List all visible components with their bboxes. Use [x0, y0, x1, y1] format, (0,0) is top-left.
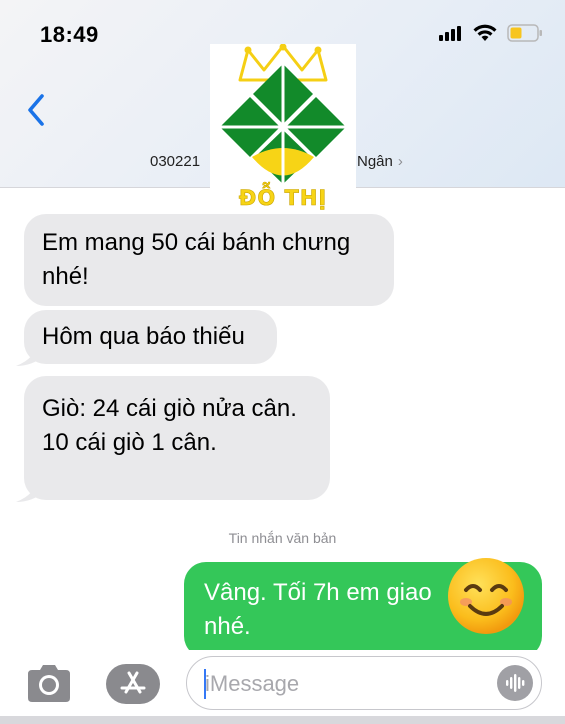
watermark-brand-text: ĐỖ THỊ — [238, 186, 328, 211]
message-line: nhé! — [42, 263, 89, 290]
message-type-label: Tin nhắn văn bản — [228, 530, 337, 546]
message-input[interactable] — [205, 667, 485, 701]
incoming-bubble-tail — [16, 478, 44, 502]
waveform-icon — [506, 674, 525, 692]
status-icons — [439, 24, 543, 42]
voice-message-button[interactable] — [497, 665, 533, 701]
app-store-button[interactable] — [106, 664, 160, 704]
back-button[interactable] — [22, 90, 52, 130]
imessage-field[interactable] — [186, 656, 542, 710]
contact-name-partial[interactable]: Ngân › — [357, 153, 403, 170]
contact-number-partial[interactable]: 030221 — [150, 153, 200, 170]
message-line: Giò: 24 cái giò nửa cân. — [42, 395, 297, 422]
crown-diamond-logo-icon — [220, 43, 346, 184]
message-line: 10 cái giò 1 cân. — [42, 429, 217, 456]
cellular-signal-icon — [439, 26, 461, 41]
wifi-icon — [473, 24, 497, 41]
bottom-edge — [0, 716, 565, 724]
chevron-right-icon: › — [397, 153, 403, 170]
app-store-icon — [120, 671, 146, 694]
contact-name-text[interactable]: Ngân — [357, 153, 393, 170]
camera-icon — [28, 665, 70, 702]
incoming-message-1[interactable]: Em mang 50 cái bánh chưng nhé! — [24, 214, 394, 306]
incoming-message-2[interactable]: Hôm qua báo thiếu — [24, 310, 277, 364]
chevron-left-icon — [28, 94, 44, 126]
camera-button[interactable] — [24, 662, 74, 706]
message-line: Em mang 50 cái bánh chưng — [42, 229, 351, 256]
watermark-logo: ĐỖ THỊ — [210, 43, 356, 224]
message-line: Hôm qua báo thiếu — [42, 323, 245, 350]
smiling-face-emoji-icon — [448, 558, 524, 634]
incoming-message-3[interactable]: Giò: 24 cái giò nửa cân. 10 cái giò 1 câ… — [24, 376, 330, 500]
status-time: 18:49 — [40, 22, 99, 47]
incoming-bubble-tail — [16, 342, 44, 366]
battery-low-icon — [507, 24, 542, 42]
